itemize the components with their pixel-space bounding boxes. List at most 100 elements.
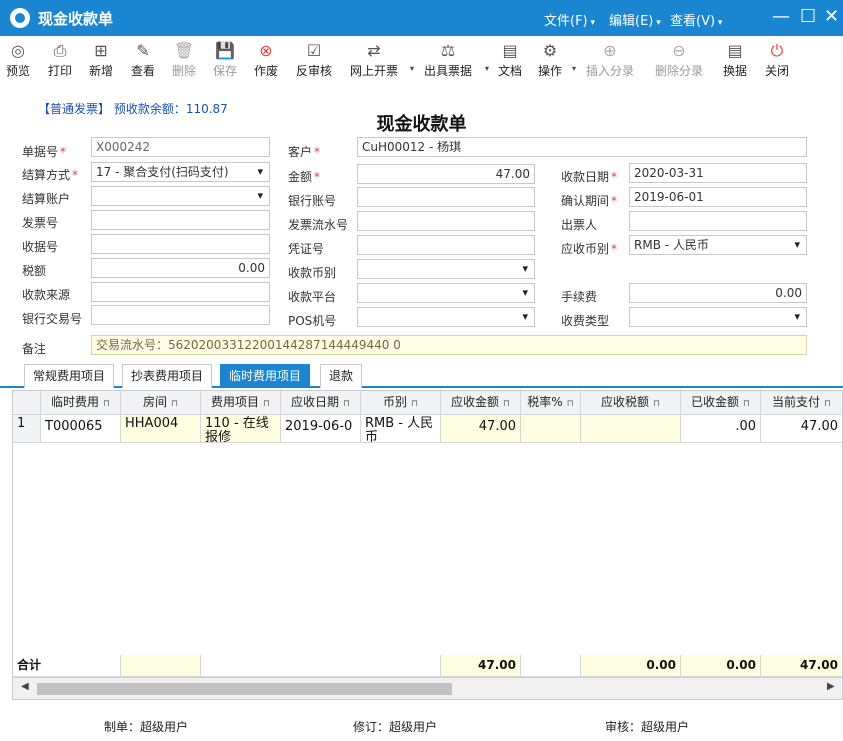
receipt-date-label: 收款日期 *: [561, 170, 618, 184]
invoice-no-label: 发票号: [22, 216, 59, 230]
fee-field[interactable]: 0.00: [629, 283, 807, 303]
delete-button[interactable]: 🗑 删除: [172, 40, 196, 79]
exchange-icon: ⇄: [367, 41, 381, 60]
issue-receipt-button[interactable]: ⚖ 出具票据: [424, 40, 472, 79]
col-header-fee-item[interactable]: 费用项目 ⊓: [201, 391, 281, 415]
online-invoice-dropdown-icon[interactable]: ▾: [410, 64, 414, 73]
settle-account-select[interactable]: [91, 186, 270, 206]
currency-label: 应收币别 *: [561, 242, 618, 256]
horizontal-scrollbar[interactable]: ◀ ▶: [13, 677, 842, 699]
operation-dropdown-icon[interactable]: ▾: [572, 64, 576, 73]
total-tax-rate: [521, 655, 581, 677]
confirm-period-field[interactable]: 2019-06-01: [629, 187, 807, 207]
receipt-source-field[interactable]: [91, 282, 270, 302]
cell-fee-item[interactable]: 110 - 在线报修: [201, 415, 281, 443]
minus-circle-icon: ⊖: [672, 41, 686, 60]
doc-no-field[interactable]: X000242: [91, 137, 270, 157]
menu-file[interactable]: 文件(F): [544, 10, 595, 29]
tax-field[interactable]: 0.00: [91, 258, 270, 278]
cell-current-pay[interactable]: 47.00: [761, 415, 842, 443]
currency-select[interactable]: RMB - 人民币: [629, 235, 807, 255]
receipt-date-field[interactable]: 2020-03-31: [629, 163, 807, 183]
maker-label: 制单：超级用户: [104, 720, 189, 734]
menu-view[interactable]: 查看(V): [670, 10, 722, 29]
cell-currency[interactable]: RMB - 人民币: [361, 415, 441, 443]
col-header-temp-fee[interactable]: 临时费用 ⊓: [41, 391, 121, 415]
menu-edit[interactable]: 编辑(E): [609, 10, 661, 29]
receipt-platform-select[interactable]: [357, 283, 535, 303]
invoice-no-field[interactable]: [91, 210, 270, 230]
cell-room[interactable]: HHA004: [121, 415, 201, 443]
cell-due-date[interactable]: 2019-06-0: [281, 415, 361, 443]
pin-icon: ⊓: [566, 399, 574, 409]
col-header-current-pay[interactable]: 当前支付 ⊓: [761, 391, 842, 415]
customer-field[interactable]: CuH00012 - 杨琪: [357, 137, 807, 157]
tab-refund[interactable]: 退款: [320, 364, 363, 388]
minimize-button[interactable]: —: [772, 5, 790, 29]
receipt-currency-select[interactable]: [357, 259, 535, 279]
col-header-currency[interactable]: 币别 ⊓: [361, 391, 441, 415]
col-header-tax-rate[interactable]: 税率% ⊓: [521, 391, 581, 415]
print-button[interactable]: ⎙ 打印: [48, 40, 72, 79]
cell-tax-rate[interactable]: [521, 415, 581, 443]
switch-doc-icon: ▤: [727, 41, 743, 60]
cell-due-amount[interactable]: 47.00: [441, 415, 521, 443]
invoice-serial-field[interactable]: [357, 211, 535, 231]
voucher-no-field[interactable]: [357, 235, 535, 255]
drawer-field[interactable]: [629, 211, 807, 231]
cell-received[interactable]: .00: [681, 415, 761, 443]
settle-method-select[interactable]: 17 - 聚合支付(扫码支付): [91, 162, 270, 182]
pin-icon: ⊓: [502, 399, 511, 409]
preview-button[interactable]: ◎ 预览: [6, 40, 30, 79]
col-header-due-amount[interactable]: 应收金额 ⊓: [441, 391, 521, 415]
edit-icon: ✎: [136, 41, 150, 60]
void-button[interactable]: ⊗ 作废: [254, 40, 278, 79]
save-button[interactable]: 💾 保存: [213, 40, 237, 79]
col-header-room[interactable]: 房间 ⊓: [121, 391, 201, 415]
close-button[interactable]: ⏻ 关闭: [765, 40, 789, 79]
switch-doc-button[interactable]: ▤ 换据: [723, 40, 747, 79]
form-title: 现金收款单: [376, 114, 467, 135]
cell-due-tax[interactable]: [581, 415, 681, 443]
doc-no-label: 单据号 *: [22, 145, 67, 159]
operation-button[interactable]: ⚙ 操作: [538, 40, 562, 79]
pos-select[interactable]: [357, 307, 535, 327]
stamp-icon: ⚖: [440, 41, 456, 60]
bank-txn-field[interactable]: [91, 305, 270, 325]
tab-temporary-fees[interactable]: 临时费用项目: [220, 364, 311, 388]
online-invoice-button[interactable]: ⇄ 网上开票: [350, 40, 398, 79]
title-bar: 现金收款单 文件(F) 编辑(E) 查看(V) — ☐ ✕: [0, 0, 843, 36]
unaudit-button[interactable]: ☑ 反审核: [296, 40, 332, 79]
remark-field[interactable]: 交易流水号：56202003312200144287144449440 0: [91, 335, 807, 355]
close-window-button[interactable]: ✕: [824, 5, 839, 29]
printer-icon: ⎙: [53, 41, 67, 60]
grid-total-row: 合计 47.00 0.00 0.00 47.00: [13, 655, 842, 677]
settle-account-label: 结算账户: [22, 192, 71, 206]
delete-entry-button[interactable]: ⊖ 删除分录: [655, 40, 703, 79]
charge-type-select[interactable]: [629, 307, 807, 327]
col-header-received[interactable]: 已收金额 ⊓: [681, 391, 761, 415]
document-button[interactable]: ▤ 文档: [498, 40, 522, 79]
tab-meter-fees[interactable]: 抄表费用项目: [122, 364, 213, 388]
bank-account-field[interactable]: [357, 187, 535, 207]
new-button[interactable]: ⊞ 新增: [89, 40, 113, 79]
maximize-button[interactable]: ☐: [800, 5, 816, 29]
cell-temp-fee[interactable]: T000065: [41, 415, 121, 443]
col-header-due-tax[interactable]: 应收税额 ⊓: [581, 391, 681, 415]
scroll-left-icon[interactable]: ◀: [21, 681, 29, 692]
tab-regular-fees[interactable]: 常规费用项目: [24, 364, 115, 388]
col-header-due-date[interactable]: 应收日期 ⊓: [281, 391, 361, 415]
view-button[interactable]: ✎ 查看: [131, 40, 155, 79]
table-row[interactable]: 1 T000065 HHA004 110 - 在线报修 2019-06-0 RM…: [13, 415, 842, 443]
issue-receipt-dropdown-icon[interactable]: ▾: [485, 64, 489, 73]
insert-entry-button[interactable]: ⊕ 插入分录: [586, 40, 634, 79]
voucher-no-label: 凭证号: [288, 242, 325, 256]
reviser-label: 修订：超级用户: [353, 720, 438, 734]
total-current-pay: 47.00: [761, 655, 842, 677]
scroll-thumb[interactable]: [37, 683, 452, 695]
receipt-no-field[interactable]: [91, 234, 270, 254]
pos-label: POS机号: [288, 314, 337, 328]
settle-method-label: 结算方式 *: [22, 168, 79, 182]
amount-field[interactable]: 47.00: [357, 164, 535, 184]
scroll-right-icon[interactable]: ▶: [827, 681, 835, 692]
